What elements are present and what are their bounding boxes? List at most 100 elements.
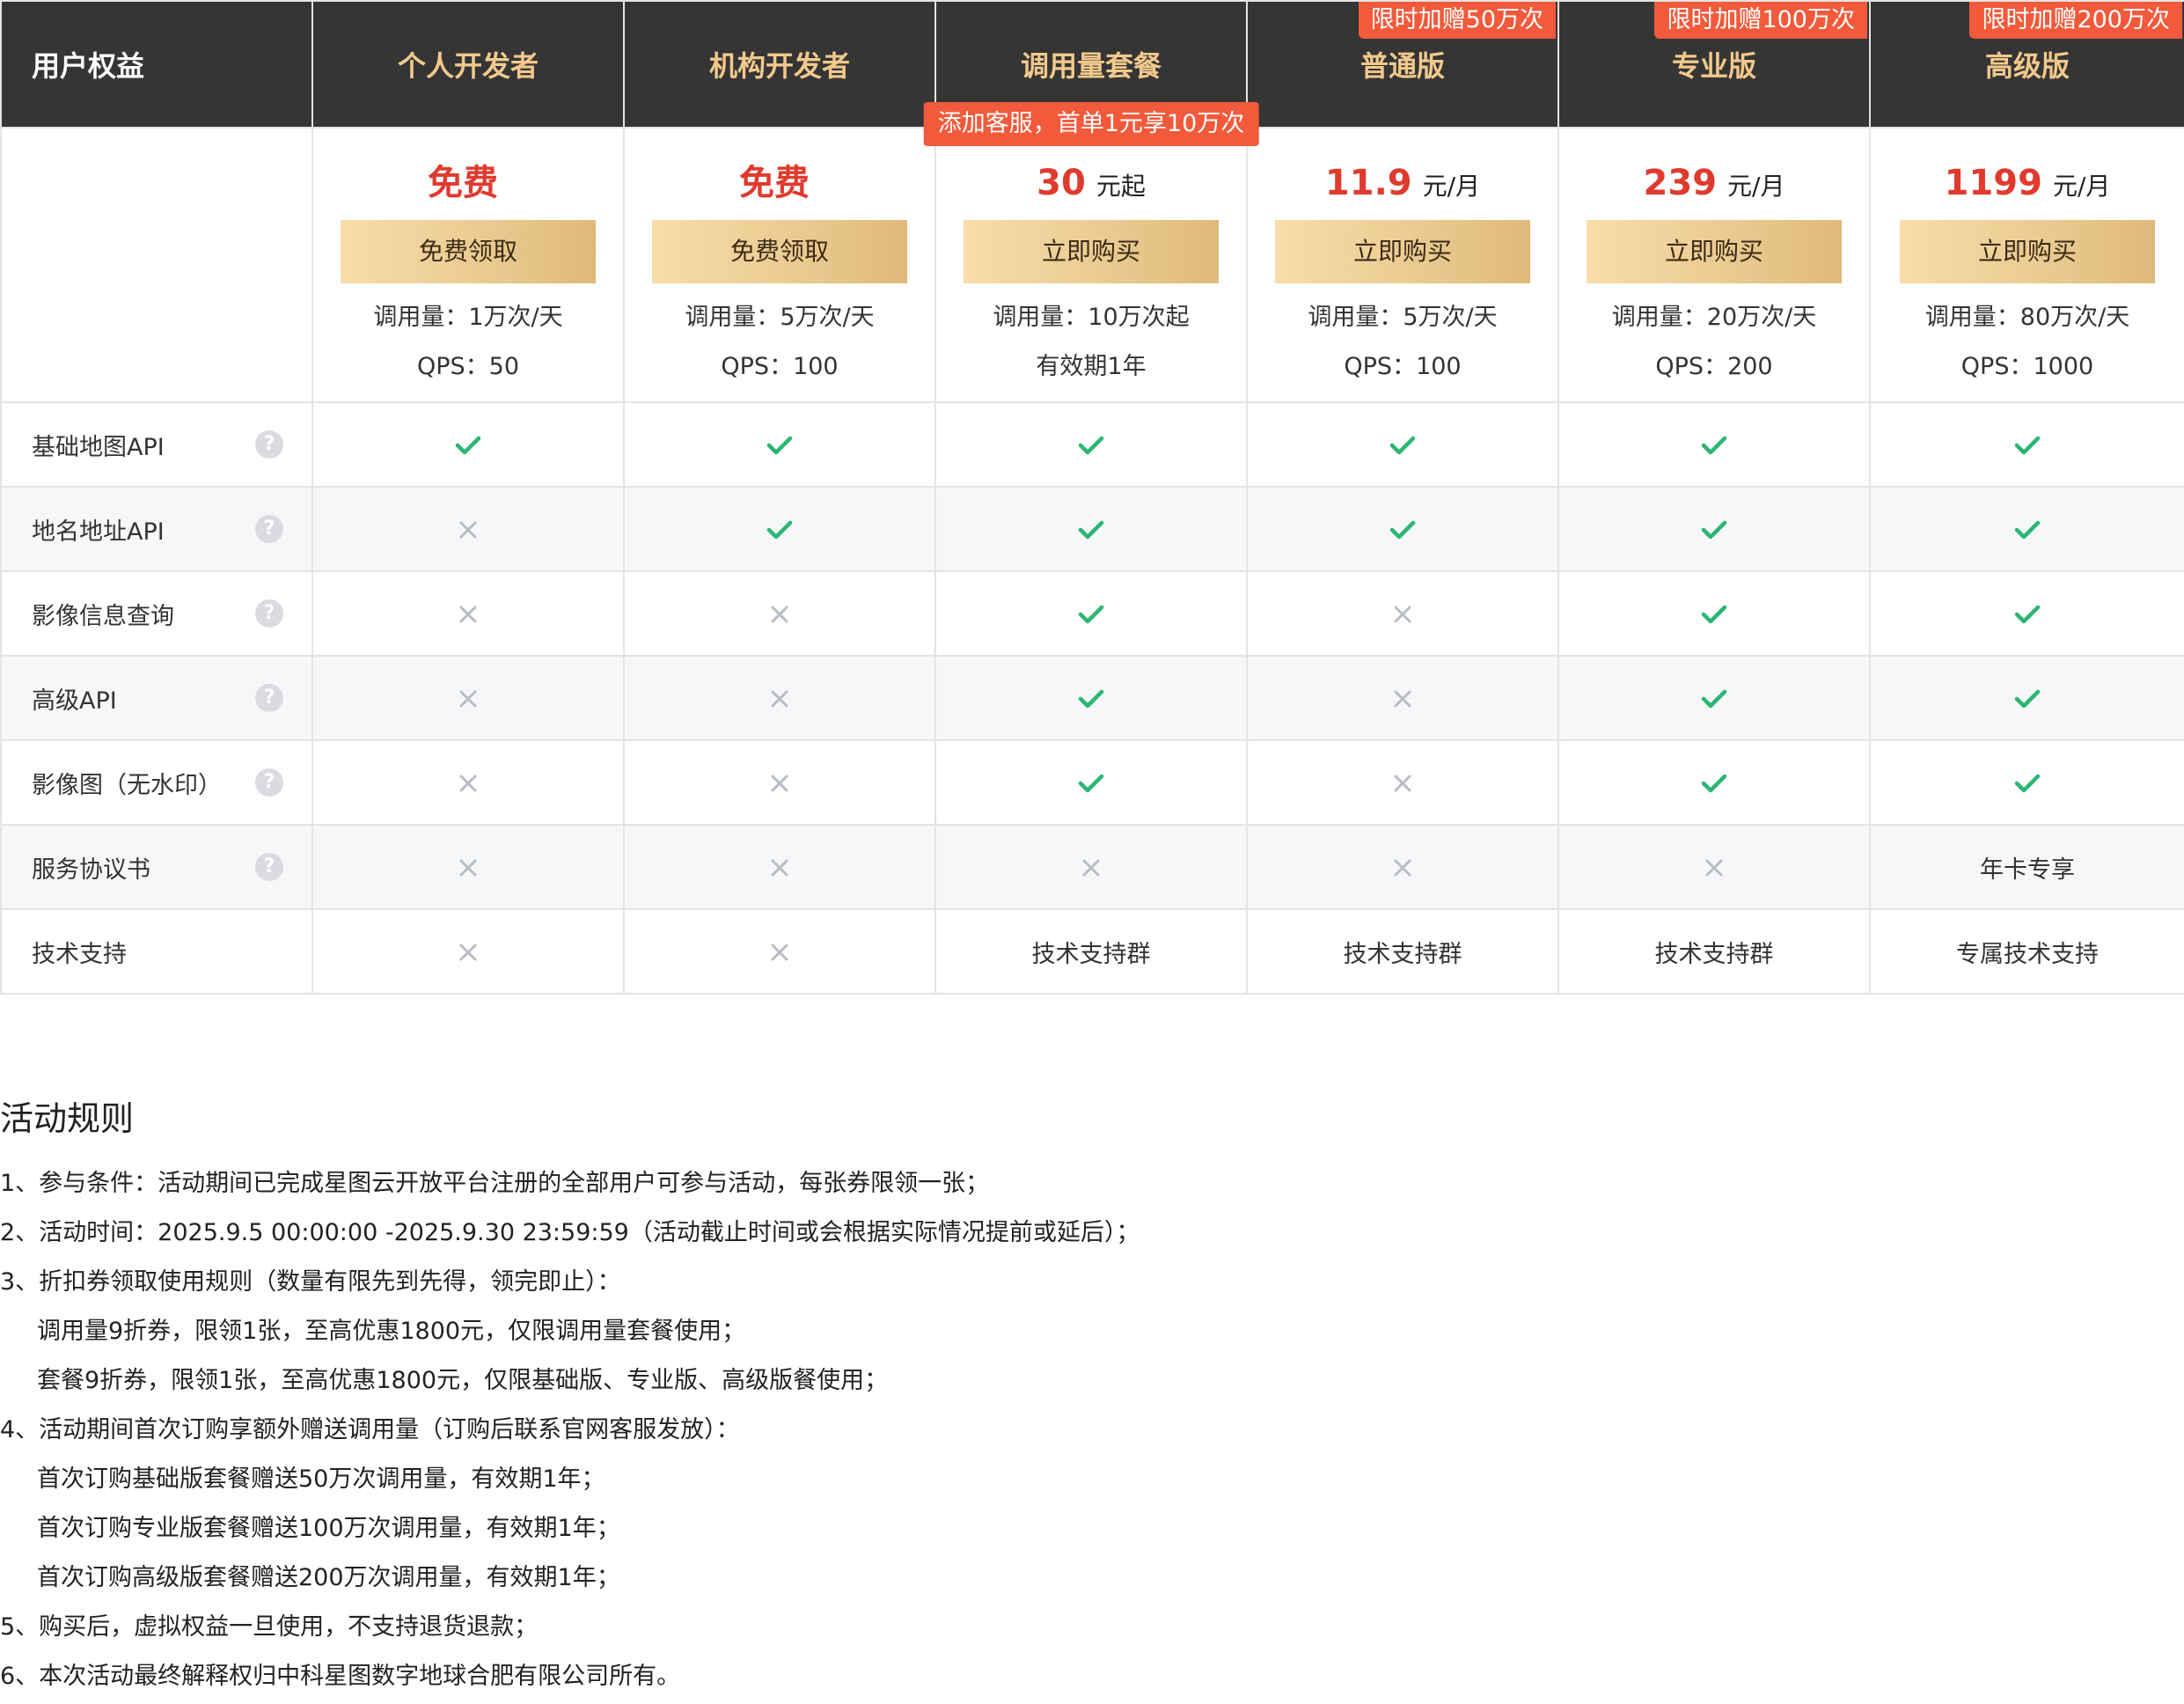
- check-icon: [934, 486, 1248, 572]
- check-icon: [934, 570, 1248, 657]
- buy-button[interactable]: 立即购买: [1587, 220, 1842, 283]
- cross-icon: [1557, 824, 1871, 910]
- price-unit: 元起: [1096, 172, 1146, 201]
- buy-button[interactable]: 免费领取: [341, 220, 596, 283]
- qps-info: QPS：100: [721, 353, 839, 380]
- check-icon: [934, 655, 1248, 741]
- feature-row: 地名地址API?: [0, 486, 2184, 572]
- plan-header-basic: 限时加赠50万次 普通版: [1246, 0, 1559, 129]
- plan-header-pro: 限时加赠100万次 专业版: [1557, 0, 1871, 129]
- plan-price-cell: 30 元起 立即购买 调用量：10万次起 有效期1年: [934, 127, 1248, 403]
- plan-price: 1199: [1944, 163, 2042, 203]
- rule-line: 首次订购高级版套餐赠送200万次调用量，有效期1年；: [37, 1564, 620, 1591]
- pricing-table: 用户权益 个人开发者 机构开发者 调用量套餐 添加客服，首单1元享10万次 限时…: [0, 0, 2184, 995]
- feature-row: 影像图（无水印）?: [0, 739, 2184, 826]
- plan-price: 239: [1643, 163, 1718, 203]
- rule-line: 3、折扣券领取使用规则（数量有限先到先得，领完即止）：: [0, 1268, 621, 1296]
- help-icon[interactable]: ?: [255, 684, 283, 712]
- price-line: 30 元起: [936, 151, 1246, 204]
- benefits-header: 用户权益: [0, 0, 313, 129]
- cross-icon: [934, 824, 1248, 910]
- check-icon: [311, 401, 625, 488]
- cross-icon: [311, 908, 625, 995]
- plan-header-institution: 机构开发者: [623, 0, 936, 129]
- feature-value: 年卡专享: [1869, 824, 2184, 910]
- plan-name: 机构开发者: [708, 49, 850, 83]
- cross-icon: [1246, 655, 1559, 741]
- help-icon[interactable]: ?: [255, 768, 283, 797]
- check-icon: [1869, 570, 2184, 657]
- buy-button[interactable]: 立即购买: [964, 220, 1219, 283]
- feature-label: 基础地图API: [32, 433, 165, 461]
- feature-value: 技术支持群: [934, 908, 1248, 995]
- check-icon: [1557, 401, 1871, 488]
- quota-info: 调用量：5万次/天: [685, 304, 875, 331]
- cross-icon: [1246, 739, 1559, 826]
- help-icon[interactable]: ?: [255, 515, 283, 543]
- feature-label: 技术支持: [32, 940, 127, 968]
- cross-icon: [623, 908, 936, 995]
- customer-service-badge[interactable]: 添加客服，首单1元享10万次: [923, 102, 1259, 146]
- feature-value: 技术支持群: [1557, 908, 1871, 995]
- buy-button[interactable]: 免费领取: [652, 220, 907, 283]
- help-icon[interactable]: ?: [255, 853, 283, 881]
- cross-icon: [1246, 824, 1559, 910]
- feature-label-cell: 高级API?: [0, 655, 313, 741]
- rule-line: 调用量9折券，限领1张，至高优惠1800元，仅限调用量套餐使用；: [37, 1318, 746, 1345]
- price-row-label: [0, 127, 313, 403]
- rule-line: 首次订购专业版套餐赠送100万次调用量，有效期1年；: [37, 1515, 620, 1542]
- check-icon: [623, 486, 936, 572]
- price-unit: 元/月: [1727, 172, 1785, 201]
- promo-badge: 限时加赠50万次: [1358, 2, 1556, 39]
- check-icon: [1869, 655, 2184, 741]
- check-icon: [934, 401, 1248, 488]
- feature-label-cell: 基础地图API?: [0, 401, 313, 488]
- feature-label-cell: 影像图（无水印）?: [0, 739, 313, 826]
- quota-info: 调用量：80万次/天: [1924, 304, 2130, 331]
- qps-info: QPS：100: [1344, 353, 1462, 380]
- quota-info: 调用量：1万次/天: [373, 304, 563, 331]
- feature-value: 技术支持群: [1246, 908, 1559, 995]
- feature-value: 专属技术支持: [1869, 908, 2184, 995]
- cross-icon: [1246, 570, 1559, 657]
- cross-icon: [311, 486, 625, 572]
- plan-price-cell: 免费免费领取调用量：5万次/天 QPS：100: [623, 127, 936, 403]
- feature-label-cell: 影像信息查询?: [0, 570, 313, 657]
- cross-icon: [623, 655, 936, 741]
- plan-header-personal: 个人开发者: [311, 0, 625, 129]
- price-line: 1199 元/月: [1871, 151, 2184, 204]
- buy-button[interactable]: 立即购买: [1900, 220, 2155, 283]
- plan-header-row: 用户权益 个人开发者 机构开发者 调用量套餐 添加客服，首单1元享10万次 限时…: [0, 0, 2184, 146]
- feature-row: 基础地图API?: [0, 401, 2184, 488]
- feature-label: 地名地址API: [32, 518, 165, 546]
- cross-icon: [311, 824, 625, 910]
- feature-label: 影像信息查询: [32, 602, 174, 630]
- rule-line: 首次订购基础版套餐赠送50万次调用量，有效期1年；: [37, 1465, 605, 1493]
- rule-line: 4、活动期间首次订购享额外赠送调用量（订购后联系官网客服发放）：: [0, 1416, 740, 1443]
- rule-line: 套餐9折券，限领1张，至高优惠1800元，仅限基础版、专业版、高级版餐使用；: [37, 1367, 889, 1394]
- price-line: 免费: [625, 151, 934, 204]
- cross-icon: [311, 570, 625, 657]
- feature-label-cell: 服务协议书?: [0, 824, 313, 910]
- rules-list: 1、参与条件：活动期间已完成星图云开放平台注册的全部用户可参与活动，每张券限领一…: [0, 1159, 2184, 1701]
- feature-row: 高级API?: [0, 655, 2184, 741]
- qps-info: 有效期1年: [1036, 353, 1147, 380]
- check-icon: [623, 401, 936, 488]
- plan-price: 30: [1037, 163, 1086, 203]
- help-icon[interactable]: ?: [255, 430, 283, 459]
- plan-header-advanced: 限时加赠200万次 高级版: [1869, 0, 2184, 129]
- rule-line: 6、本次活动最终解释权归中科星图数字地球合肥有限公司所有。: [0, 1663, 681, 1690]
- feature-label-cell: 技术支持: [0, 908, 313, 995]
- plan-name: 调用量套餐: [1020, 49, 1162, 83]
- qps-info: QPS：200: [1655, 353, 1773, 380]
- cross-icon: [311, 739, 625, 826]
- plan-name: 高级版: [1984, 49, 2070, 83]
- check-icon: [1246, 401, 1559, 488]
- buy-button[interactable]: 立即购买: [1275, 220, 1530, 283]
- check-icon: [1557, 486, 1871, 572]
- plan-price-cell: 11.9 元/月 立即购买 调用量：5万次/天 QPS：100: [1246, 127, 1559, 403]
- help-icon[interactable]: ?: [255, 599, 283, 628]
- feature-label: 影像图（无水印）: [32, 771, 222, 799]
- check-icon: [1557, 570, 1871, 657]
- qps-info: QPS：50: [416, 353, 520, 380]
